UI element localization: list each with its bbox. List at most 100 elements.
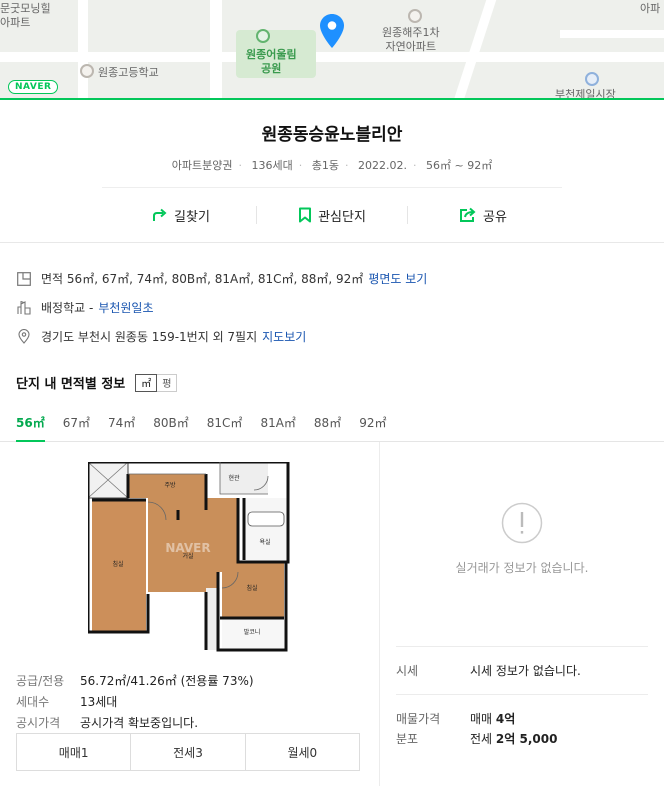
school-icon (16, 300, 32, 316)
info-area-values: 56㎡, 67㎡, 74㎡, 80B㎡, 81A㎡, 81C㎡, 88㎡, 92… (66, 272, 364, 286)
apartment-icon (408, 9, 422, 23)
map-label-market: 부천제일시장 (555, 88, 616, 100)
area-specs: 공급/전용 56.72㎡/41.26㎡ (전용률 73%) 세대수 13세대 공… (16, 670, 254, 733)
info-area-label: 면적 (41, 272, 64, 286)
complex-info: 면적 56㎡, 67㎡, 74㎡, 80B㎡, 81A㎡, 81C㎡, 88㎡,… (0, 254, 664, 351)
view-floorplan-link[interactable]: 평면도 보기 (368, 270, 427, 287)
spec-value: 공시가격 확보중입니다. (80, 716, 199, 730)
area-tab-81c[interactable]: 81C㎡ (207, 408, 243, 442)
directions-button[interactable]: 길찾기 (106, 206, 256, 225)
room-kitchen-label: 주방 (164, 481, 176, 489)
trade-tab-monthly[interactable]: 월세0 (244, 734, 359, 770)
map-label-apartment-3: 아파 (640, 2, 661, 15)
map-label-apartment-2: 원종해주1차 자연아파트 (382, 26, 440, 53)
market-icon (585, 72, 599, 86)
empty-state-text: 실거래가 정보가 없습니다. (455, 561, 589, 575)
area-tab-56[interactable]: 56㎡ (16, 408, 45, 442)
spec-row-supply: 공급/전용 56.72㎡/41.26㎡ (전용률 73%) (16, 670, 254, 691)
meta-separator: · (345, 159, 349, 172)
meta-separator: · (238, 159, 243, 172)
meta-area-range: 56㎡ ~ 92㎡ (426, 159, 493, 172)
meta-date: 2022.02. (358, 159, 407, 172)
jeonse-price: 2억 5,000 (495, 732, 558, 746)
school-icon (80, 64, 94, 78)
room-entrance-label: 현관 (228, 474, 240, 482)
room-balcony-label: 발코니 (244, 628, 261, 636)
floorplan-icon (16, 271, 32, 287)
area-tab-88[interactable]: 88㎡ (314, 408, 341, 442)
market-price-label: 시세 (396, 664, 419, 678)
spec-label: 공급/전용 (16, 674, 65, 688)
info-school-row: 배정학교 - 부천원일초 (16, 293, 648, 322)
room-bedroom-label: 침실 (112, 560, 123, 568)
room-bath-label: 욕실 (259, 538, 270, 546)
favorite-label: 관심단지 (318, 209, 366, 225)
map-road (0, 52, 664, 62)
spec-value: 13세대 (80, 695, 118, 709)
area-tab-74[interactable]: 74㎡ (108, 408, 135, 442)
area-tab-92[interactable]: 92㎡ (359, 408, 386, 442)
area-section-title: 단지 내 면적별 정보 (16, 377, 126, 392)
area-tab-80b[interactable]: 80B㎡ (153, 408, 189, 442)
park-icon (256, 29, 270, 43)
map-road (78, 0, 88, 98)
room-bedroom-label-2: 침실 (246, 584, 257, 592)
map-preview[interactable]: 문굿모닝힐 아파트 원종고등학교 원종어울림 공원 원종해주1차 자연아파트 아… (0, 0, 664, 100)
jeonse-prefix: 전세 (470, 732, 493, 746)
sale-price: 4억 (495, 712, 516, 726)
view-map-link[interactable]: 지도보기 (262, 328, 306, 345)
spec-row-households: 세대수 13세대 (16, 691, 254, 712)
meta-households: 136세대 (251, 159, 293, 172)
watermark-label: NAVER (165, 541, 210, 555)
listing-price-row: 매물가격 분포 매매 4억 전세 2억 5,000 (396, 695, 648, 749)
info-area-row: 면적 56㎡, 67㎡, 74㎡, 80B㎡, 81A㎡, 81C㎡, 88㎡,… (16, 264, 648, 293)
map-road (453, 0, 497, 98)
trade-tab-sale[interactable]: 매매1 (17, 734, 130, 770)
unit-toggle: ㎡ 평 (135, 373, 178, 392)
complex-meta: 아파트분양권 · 136세대 · 총1동 · 2022.02. · 56㎡ ~ 92㎡ (0, 157, 664, 173)
location-icon (16, 329, 32, 345)
map-road (210, 0, 222, 98)
unit-sqm-button[interactable]: ㎡ (135, 373, 158, 392)
naver-logo: NAVER (8, 80, 59, 94)
area-tab-67[interactable]: 67㎡ (63, 408, 90, 442)
meta-separator: · (298, 159, 303, 172)
trade-tab-jeonse[interactable]: 전세3 (130, 734, 244, 770)
listing-price-label: 매물가격 분포 (396, 712, 441, 746)
info-address: 경기도 부천시 원종동 159-1번지 외 7필지 (41, 330, 258, 344)
spec-row-public-price: 공시가격 공시가격 확보중입니다. (16, 712, 254, 733)
price-info: 시세 시세 정보가 없습니다. 매물가격 분포 매매 4억 전세 2억 5,00… (396, 646, 648, 749)
area-content: 주방 현관 침실 거실 욕실 침실 발코니 NAVER 공급/전용 56.72㎡… (0, 442, 664, 786)
action-bar: 길찾기 관심단지 공유 (0, 188, 664, 242)
spec-label: 세대수 (16, 695, 50, 709)
share-label: 공유 (483, 209, 507, 225)
info-school-label: 배정학교 - (41, 301, 94, 315)
map-label-apartment: 문굿모닝힐 아파트 (0, 2, 51, 29)
area-detail-panel: 주방 현관 침실 거실 욕실 침실 발코니 NAVER 공급/전용 56.72㎡… (0, 442, 380, 786)
unit-pyeong-button[interactable]: 평 (157, 373, 178, 392)
area-section-header: 단지 내 면적별 정보 ㎡ 평 (0, 373, 664, 392)
map-label-park: 원종어울림 공원 (246, 48, 297, 75)
spec-value: 56.72㎡/41.26㎡ (전용률 73%) (80, 674, 254, 688)
favorite-button[interactable]: 관심단지 (257, 206, 407, 225)
info-icon (501, 502, 543, 544)
share-icon (460, 207, 476, 222)
section-divider (0, 242, 664, 254)
meta-separator: · (413, 159, 417, 172)
complex-header: 원종동승윤노블리안 아파트분양권 · 136세대 · 총1동 · 2022.02. · … (0, 100, 664, 188)
share-button[interactable]: 공유 (408, 206, 558, 225)
sale-prefix: 매매 (470, 712, 493, 726)
school-link[interactable]: 부천원일초 (98, 299, 153, 316)
trade-tabs: 매매1 전세3 월세0 (16, 733, 360, 771)
map-label-school: 원종고등학교 (98, 66, 159, 79)
spec-label: 공시가격 (16, 716, 61, 730)
bookmark-icon (299, 207, 312, 223)
directions-label: 길찾기 (174, 209, 210, 225)
empty-state: 실거래가 정보가 없습니다. (380, 502, 664, 576)
market-price-row: 시세 시세 정보가 없습니다. (396, 647, 648, 681)
directions-icon (153, 208, 167, 221)
listing-price-values: 매매 4억 전세 2억 5,000 (470, 709, 557, 749)
area-tab-81a[interactable]: 81A㎡ (260, 408, 295, 442)
meta-type: 아파트분양권 (171, 159, 233, 172)
floorplan-image[interactable]: 주방 현관 침실 거실 욕실 침실 발코니 NAVER (88, 462, 290, 652)
